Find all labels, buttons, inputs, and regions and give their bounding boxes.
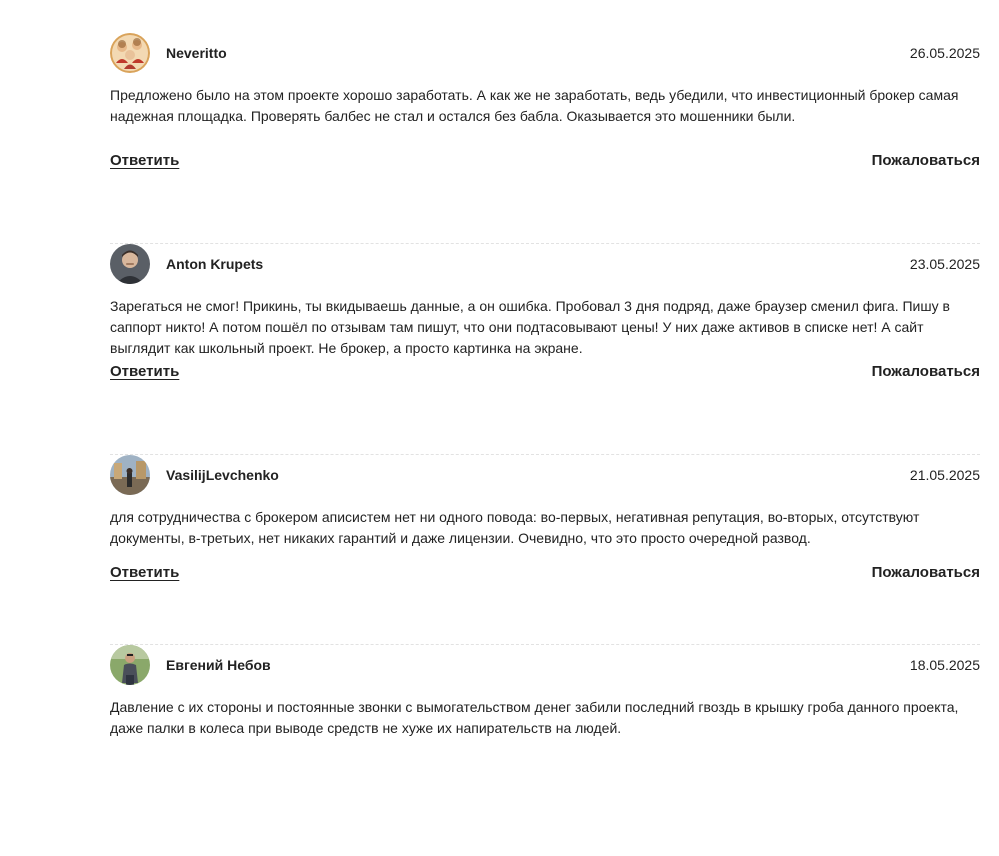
- review-text: Зарегаться не смог! Прикинь, ты вкидывае…: [110, 298, 950, 356]
- illustrated-group-avatar-icon[interactable]: [110, 33, 150, 73]
- review-author: Anton Krupets: [166, 256, 264, 272]
- review-actions: Ответить Пожаловаться: [110, 363, 980, 380]
- reply-link[interactable]: Ответить: [110, 564, 179, 581]
- reviews-list: Neveritto 26.05.2025 Предложено было на …: [110, 33, 980, 856]
- review-text: Давление с их стороны и постоянные звонк…: [110, 699, 959, 736]
- review-author: VasilijLevchenko: [166, 467, 279, 483]
- review-actions: Ответить Пожаловаться: [110, 564, 980, 581]
- review-item: Anton Krupets 23.05.2025 Зарегаться не с…: [110, 244, 980, 455]
- review-date: 26.05.2025: [909, 45, 980, 61]
- review-item: VasilijLevchenko 21.05.2025 для сотрудни…: [110, 455, 980, 645]
- review-item: Евгений Небов 18.05.2025 Давление с их с…: [110, 645, 980, 856]
- review-date: 18.05.2025: [909, 657, 980, 673]
- street-photo-avatar-icon[interactable]: [110, 455, 150, 495]
- reply-link[interactable]: Ответить: [110, 152, 179, 169]
- review-item: Neveritto 26.05.2025 Предложено было на …: [110, 33, 980, 244]
- complain-link[interactable]: Пожаловаться: [872, 564, 980, 581]
- review-author: Евгений Небов: [166, 657, 271, 673]
- complain-link[interactable]: Пожаловаться: [872, 363, 980, 380]
- review-text: Предложено было на этом проекте хорошо з…: [110, 87, 959, 124]
- complain-link[interactable]: Пожаловаться: [872, 152, 980, 169]
- review-date: 21.05.2025: [909, 467, 980, 483]
- review-author: Neveritto: [166, 45, 227, 61]
- review-text: для сотрудничества с брокером аписистем …: [110, 509, 920, 546]
- review-header: Anton Krupets 23.05.2025: [110, 244, 980, 284]
- reply-link[interactable]: Ответить: [110, 363, 179, 380]
- review-header: VasilijLevchenko 21.05.2025: [110, 455, 980, 495]
- man-outdoor-avatar-icon[interactable]: [110, 645, 150, 685]
- review-header: Neveritto 26.05.2025: [110, 33, 980, 73]
- review-actions: Ответить Пожаловаться: [110, 152, 980, 169]
- review-date: 23.05.2025: [909, 256, 980, 272]
- man-portrait-avatar-icon[interactable]: [110, 244, 150, 284]
- review-header: Евгений Небов 18.05.2025: [110, 645, 980, 685]
